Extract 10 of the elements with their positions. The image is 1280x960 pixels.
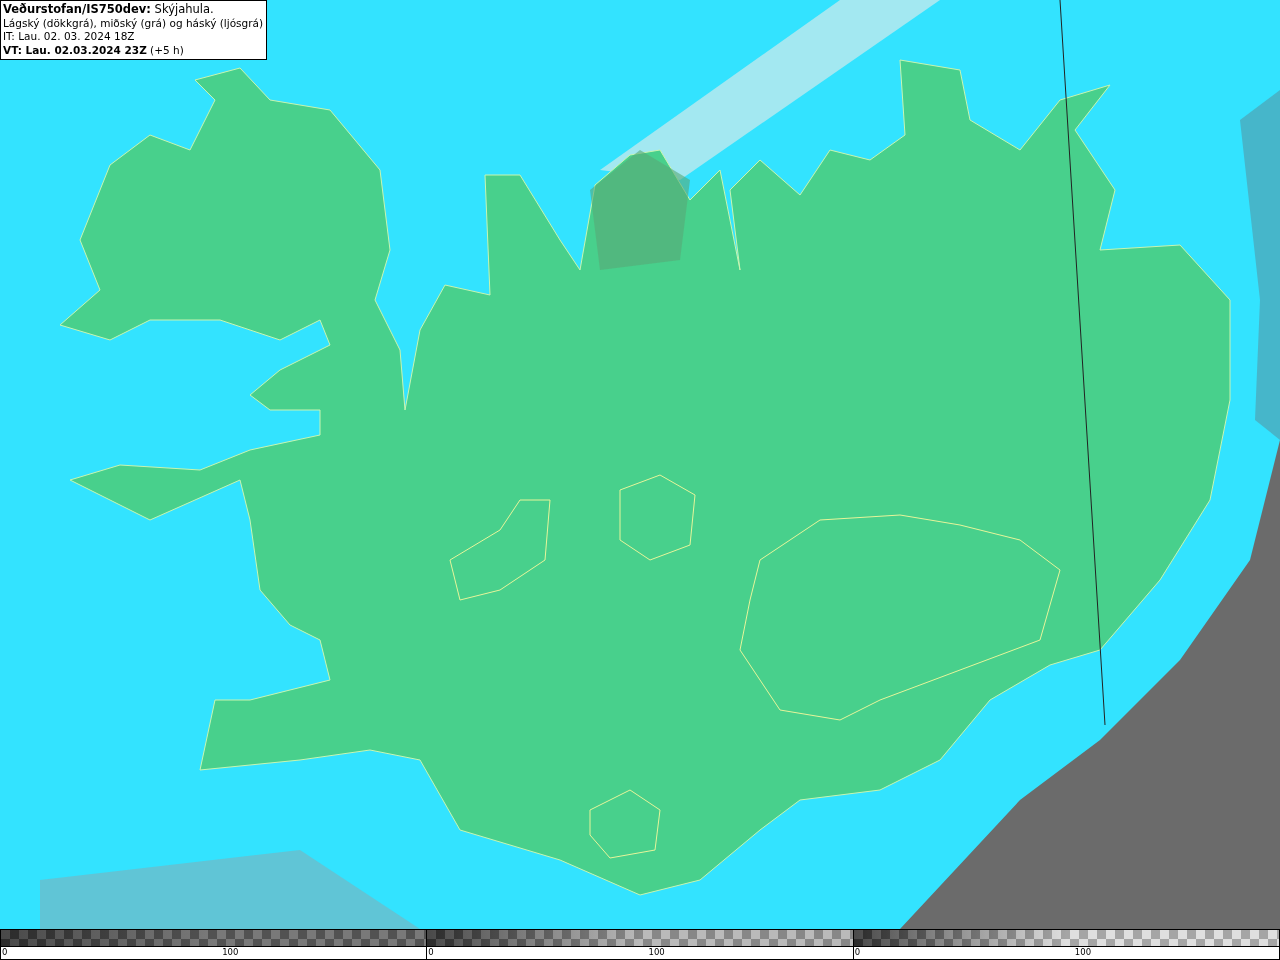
info-text: IT: Lau. 02. 03. 2024 18Z: [3, 30, 136, 44]
tick-label: 0: [2, 947, 8, 959]
info-text: VT: Lau. 02.03.2024 23Z (+5 h): [3, 43, 185, 57]
tick-label: 0: [854, 947, 861, 959]
tick-label: 0: [428, 947, 434, 959]
info-text: Veðurstofan/IS750dev: Skýjahula.: [3, 3, 215, 17]
tick-label: 100: [1074, 947, 1092, 959]
tick-label: 100: [222, 947, 239, 959]
info-text: Lágský (dökkgrá), miðský (grá) og háský (ljósgrá): [3, 16, 264, 30]
tick-label: 100: [648, 947, 665, 959]
